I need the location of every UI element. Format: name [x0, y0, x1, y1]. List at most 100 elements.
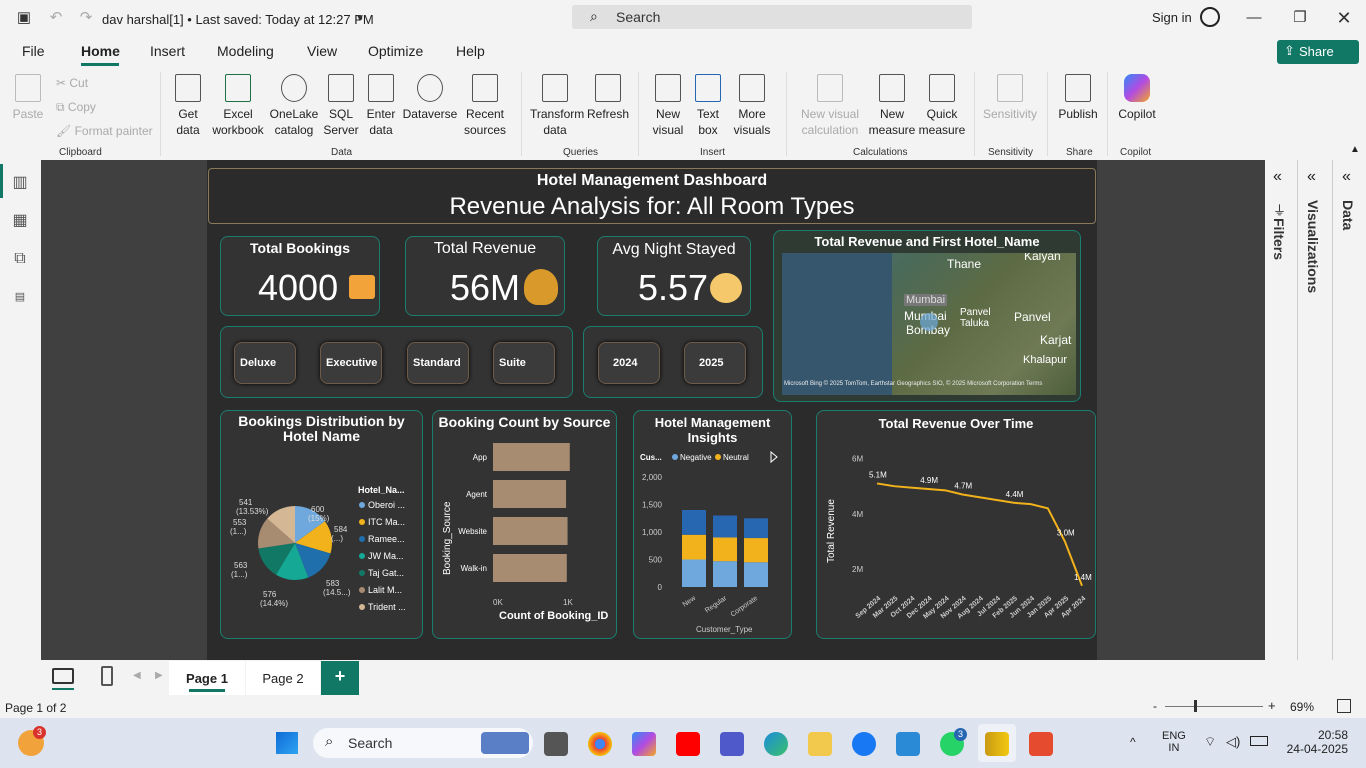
report-view-icon[interactable]: ▥: [10, 172, 30, 192]
sensitivity-button[interactable]: Sensitivity: [982, 74, 1038, 122]
map-area[interactable]: Kalyan Thane Mumbai Mumbai Bombay Panvel…: [782, 253, 1076, 395]
add-page-button[interactable]: +: [321, 661, 359, 695]
account-icon[interactable]: [1200, 7, 1220, 27]
stacked-bar-chart[interactable]: Cus... Negative Neutral 0 500 1,000 1,500 2,000…: [634, 447, 791, 637]
source-bar[interactable]: [493, 554, 567, 582]
source-bar[interactable]: [493, 480, 567, 508]
sign-in-link[interactable]: Sign in: [1152, 10, 1192, 25]
volume-icon[interactable]: ◁): [1226, 734, 1240, 750]
stacked-segment[interactable]: [682, 559, 706, 588]
table-view-icon[interactable]: ▦: [10, 210, 30, 230]
collapse-ribbon-icon[interactable]: ▲: [1350, 144, 1360, 155]
new-measure-button[interactable]: New measure: [866, 74, 918, 138]
legend-marker[interactable]: [359, 502, 365, 508]
slicer-standard[interactable]: Standard: [407, 342, 469, 384]
new-visual-calculation-button[interactable]: New visual calculation: [796, 74, 864, 138]
collapse-visualizations-icon[interactable]: «: [1307, 168, 1316, 186]
menu-home[interactable]: Home: [81, 43, 120, 59]
source-bar[interactable]: [493, 443, 570, 471]
line-chart[interactable]: 2M 4M 6M Total Revenue 5.1M 4.9M 4.7M 4.4M 3.0M 1…: [817, 433, 1095, 638]
save-icon[interactable]: ▣: [14, 8, 34, 28]
zoom-in-button[interactable]: +: [1268, 698, 1276, 713]
visualizations-pane-tab[interactable]: Visualizations: [1305, 200, 1321, 293]
revenue-line[interactable]: [876, 482, 1083, 587]
menu-help[interactable]: Help: [456, 43, 485, 59]
redo-icon[interactable]: ↷: [76, 8, 96, 28]
source-bar-chart[interactable]: App Agent Website Walk-in 0K 1K Count of Booki…: [433, 433, 616, 638]
map-visual[interactable]: Total Revenue and First Hotel_Name Kalya…: [773, 230, 1081, 402]
chrome-icon[interactable]: [588, 732, 612, 756]
map-bubble[interactable]: [920, 313, 938, 331]
slicer-2024[interactable]: 2024: [598, 342, 660, 384]
kpi-total-revenue[interactable]: Total Revenue 56M: [405, 236, 565, 316]
menu-view[interactable]: View: [307, 43, 337, 59]
clock[interactable]: 20:58 24-04-2025: [1284, 728, 1348, 756]
taskbar-search[interactable]: ⌕ Search: [313, 728, 533, 758]
refresh-button[interactable]: Refresh: [586, 74, 630, 122]
enter-data-button[interactable]: Enter data: [364, 74, 398, 138]
chevron-down-icon[interactable]: ▼: [350, 9, 370, 29]
stacked-segment[interactable]: [682, 534, 706, 560]
legend-marker[interactable]: [359, 536, 365, 542]
edge-icon[interactable]: [764, 732, 788, 756]
undo-icon[interactable]: ↶: [46, 8, 66, 28]
kpi-avg-night-stayed[interactable]: Avg Night Stayed 5.57: [597, 236, 751, 316]
stacked-segment[interactable]: [744, 538, 768, 563]
power-bi-icon[interactable]: [985, 732, 1009, 756]
more-visuals-button[interactable]: More visuals: [728, 74, 776, 138]
pie-chart-visual[interactable]: Bookings Distribution by Hotel Name 600(…: [220, 410, 423, 639]
pie-chart[interactable]: 600(15%) 584(...) 583(14.5...) 576(14.4%) 56…: [221, 438, 422, 638]
prev-page-icon[interactable]: ◀: [133, 670, 141, 681]
transform-data-button[interactable]: Transform data: [530, 74, 584, 138]
slicer-deluxe[interactable]: Deluxe: [234, 342, 296, 384]
stacked-segment[interactable]: [682, 510, 706, 535]
restore-icon[interactable]: ❐: [1290, 8, 1310, 28]
share-button[interactable]: ⇪ Share: [1277, 40, 1359, 64]
legend-next-icon[interactable]: [770, 450, 778, 464]
menu-optimize[interactable]: Optimize: [368, 43, 423, 59]
task-view-icon[interactable]: [544, 732, 568, 756]
stacked-segment[interactable]: [713, 515, 737, 538]
zoom-level[interactable]: 69%: [1290, 700, 1314, 714]
zoom-out-button[interactable]: -: [1153, 699, 1157, 713]
search-input[interactable]: ⌕ Search: [572, 5, 972, 29]
legend-marker[interactable]: [715, 454, 721, 460]
zoom-slider[interactable]: [1165, 706, 1263, 707]
text-box-button[interactable]: Text box: [690, 74, 726, 138]
new-visual-button[interactable]: New visual: [648, 74, 688, 138]
next-page-icon[interactable]: ▶: [155, 670, 163, 681]
stacked-segment[interactable]: [744, 518, 768, 539]
kpi-total-bookings[interactable]: Total Bookings 4000: [220, 236, 380, 316]
vscode-icon[interactable]: [896, 732, 920, 756]
copilot-button[interactable]: Copilot: [1114, 74, 1160, 122]
teams-icon[interactable]: [720, 732, 744, 756]
stacked-segment[interactable]: [744, 562, 768, 587]
source-bar[interactable]: [493, 517, 568, 545]
start-icon[interactable]: [276, 732, 298, 754]
recent-sources-button[interactable]: Recent sources: [460, 74, 510, 138]
desktop-layout-icon[interactable]: [52, 668, 74, 684]
document-title[interactable]: dav harshal[1] • Last saved: Today at 12…: [102, 12, 374, 27]
facebook-icon[interactable]: [852, 732, 876, 756]
menu-modeling[interactable]: Modeling: [217, 43, 274, 59]
quick-measure-button[interactable]: Quick measure: [918, 74, 966, 138]
youtube-icon[interactable]: [676, 732, 700, 756]
dax-query-view-icon[interactable]: ▤: [10, 290, 30, 310]
data-pane-tab[interactable]: Data: [1340, 200, 1356, 230]
excel-workbook-button[interactable]: Excel workbook: [210, 74, 266, 138]
wps-office-icon[interactable]: [1029, 732, 1053, 756]
slicer-executive[interactable]: Executive: [320, 342, 382, 384]
copilot-taskbar-icon[interactable]: [632, 732, 656, 756]
stacked-segment[interactable]: [713, 537, 737, 562]
fit-to-page-icon[interactable]: [1337, 699, 1351, 713]
copy-button[interactable]: ⧉ Copy: [56, 100, 96, 115]
source-bar-visual[interactable]: Booking Count by Source App Agent Website W…: [432, 410, 617, 639]
dataverse-button[interactable]: Dataverse: [402, 74, 458, 122]
legend-marker[interactable]: [359, 570, 365, 576]
tab-page-2[interactable]: Page 2: [246, 661, 320, 695]
paste-button[interactable]: Paste: [10, 74, 46, 122]
stacked-segment[interactable]: [713, 561, 737, 587]
legend-marker[interactable]: [359, 604, 365, 610]
publish-button[interactable]: Publish: [1056, 74, 1100, 122]
cut-button[interactable]: ✂ Cut: [56, 76, 88, 90]
